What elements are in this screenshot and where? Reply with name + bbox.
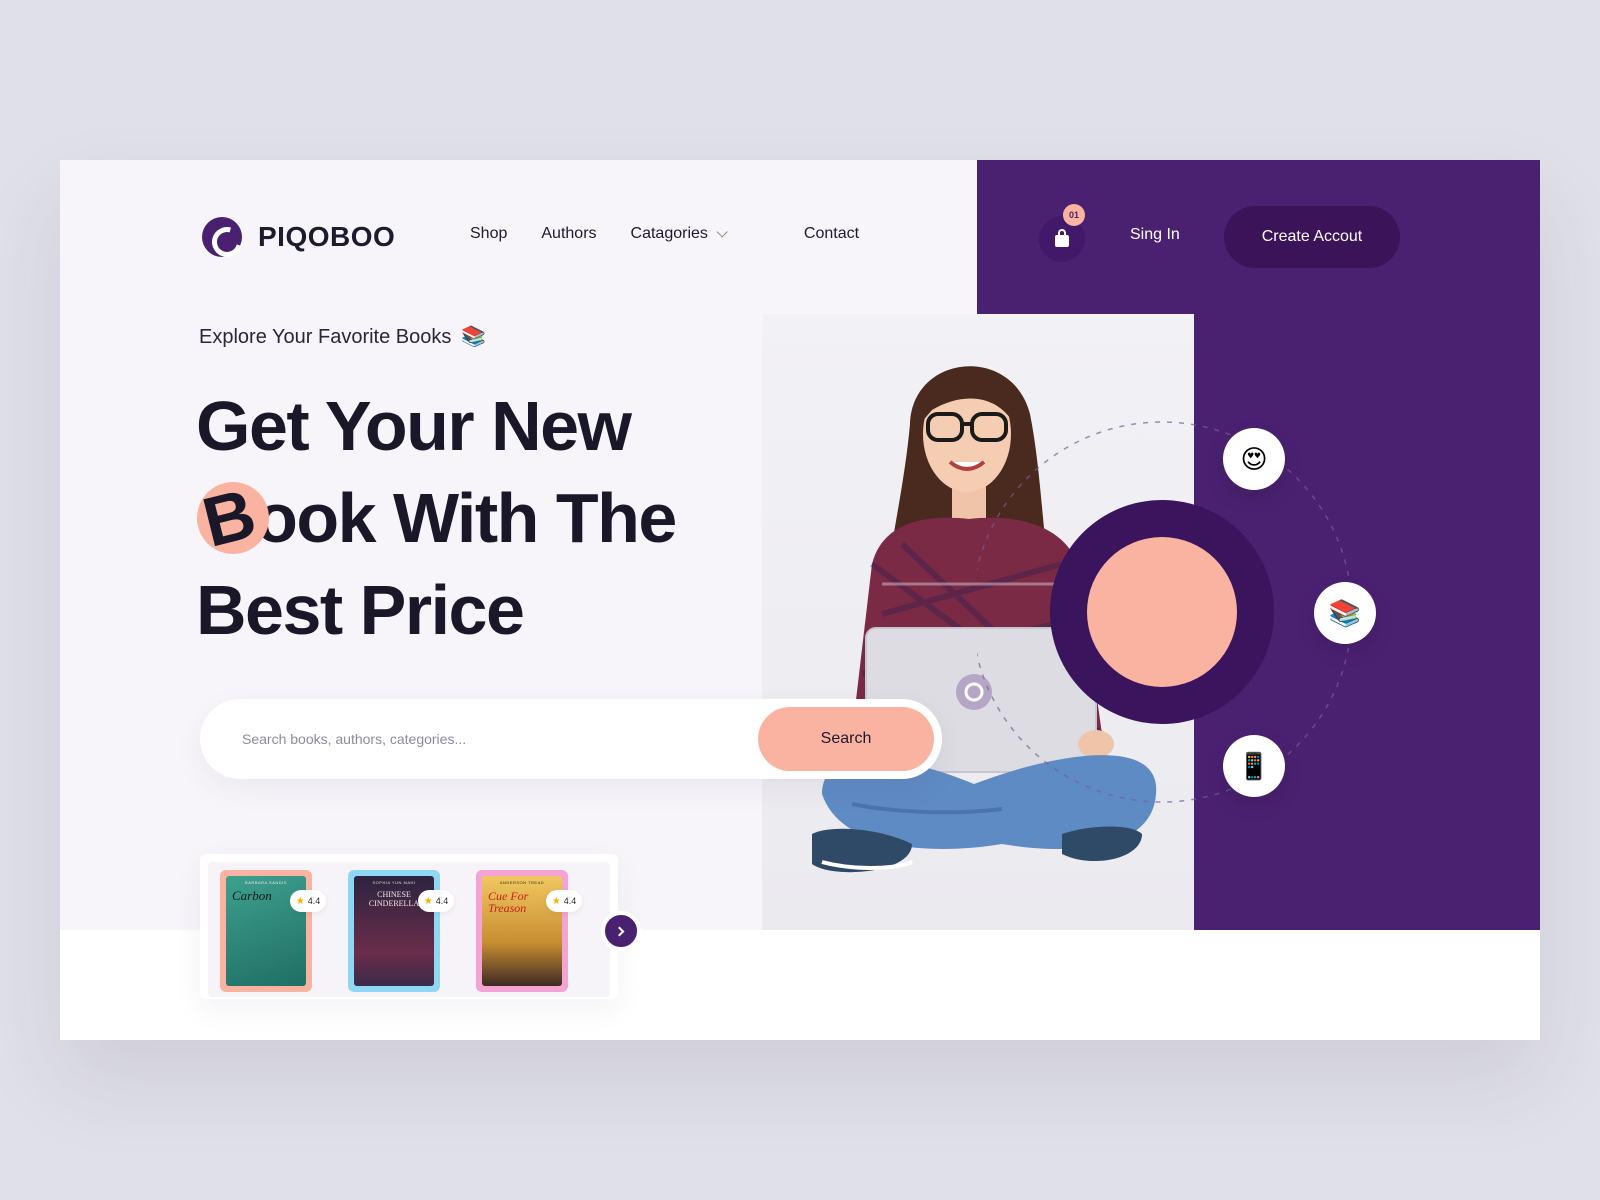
nav-item-categories-label: Catagories — [630, 225, 708, 242]
brand-name: PIQOBOO — [258, 221, 396, 252]
nav-item-contact[interactable]: Contact — [804, 225, 859, 243]
book-author: SOPHIA YUN MAHI — [372, 880, 416, 885]
books-emoji-icon: 📚 — [1314, 582, 1376, 644]
book-rating: 4.4 — [435, 896, 449, 906]
headline-line-2-rest: ook With The — [255, 479, 677, 557]
featured-books-track: BARBARA SANDIS Carbon ★ 4.4 SOPHIA YUN M… — [208, 862, 610, 997]
chevron-right-icon — [614, 926, 625, 936]
search-bar: Search — [200, 699, 942, 779]
book-rating-badge: ★ 4.4 — [290, 890, 326, 912]
hero-eyebrow-text: Explore Your Favorite Books — [199, 326, 452, 348]
book-rating: 4.4 — [307, 896, 321, 906]
book-card[interactable]: ANDERSON TREAD Cue For Treason — [476, 870, 568, 992]
headline-line-2: Book With The — [195, 472, 816, 564]
book-rating-badge: ★ 4.4 — [418, 890, 454, 912]
chevron-down-icon — [716, 226, 728, 238]
book-card[interactable]: BARBARA SANDIS Carbon — [220, 870, 312, 992]
search-button[interactable]: Search — [758, 707, 934, 771]
heart-eyes-emoji-icon: 😍 — [1223, 428, 1285, 490]
orbit-decoration — [977, 421, 1353, 803]
headline-b-char: B — [195, 474, 262, 562]
headline-b-badge: B — [195, 472, 269, 564]
book-rating: 4.4 — [563, 896, 577, 906]
book-author: BARBARA SANDIS — [245, 880, 287, 885]
nav-item-categories[interactable]: Catagories — [630, 225, 728, 243]
page-frame: PIQOBOO Shop Authors Catagories Contact … — [60, 160, 1540, 1040]
hero-headline: Get Your New Book With The Best Price — [195, 380, 816, 656]
book-card[interactable]: SOPHIA YUN MAHI CHINESE CINDERELLA — [348, 870, 440, 992]
book-title: Carbon — [232, 888, 272, 903]
star-icon: ★ — [551, 895, 561, 907]
main-nav: Shop Authors Catagories Contact — [470, 225, 893, 243]
logo-icon — [202, 217, 242, 257]
books-icon: 📚 — [460, 326, 486, 348]
nav-item-shop[interactable]: Shop — [470, 225, 507, 243]
book-author: ANDERSON TREAD — [499, 880, 545, 885]
books-next-button[interactable] — [601, 911, 641, 951]
mobile-phone-emoji-icon: 📱 — [1223, 735, 1285, 797]
search-input[interactable] — [240, 721, 740, 757]
book-rating-badge: ★ 4.4 — [546, 890, 582, 912]
nav-item-authors[interactable]: Authors — [541, 225, 596, 243]
book-title: Cue For Treason — [488, 889, 529, 915]
brand-logo[interactable]: PIQOBOO — [202, 217, 395, 257]
hero-eyebrow: Explore Your Favorite Books 📚 — [199, 324, 486, 349]
star-icon: ★ — [423, 895, 433, 907]
headline-line-1: Get Your New — [196, 387, 632, 465]
featured-books-strip: BARBARA SANDIS Carbon ★ 4.4 SOPHIA YUN M… — [200, 854, 618, 999]
star-icon: ★ — [295, 895, 305, 907]
headline-line-3: Best Price — [196, 571, 525, 649]
